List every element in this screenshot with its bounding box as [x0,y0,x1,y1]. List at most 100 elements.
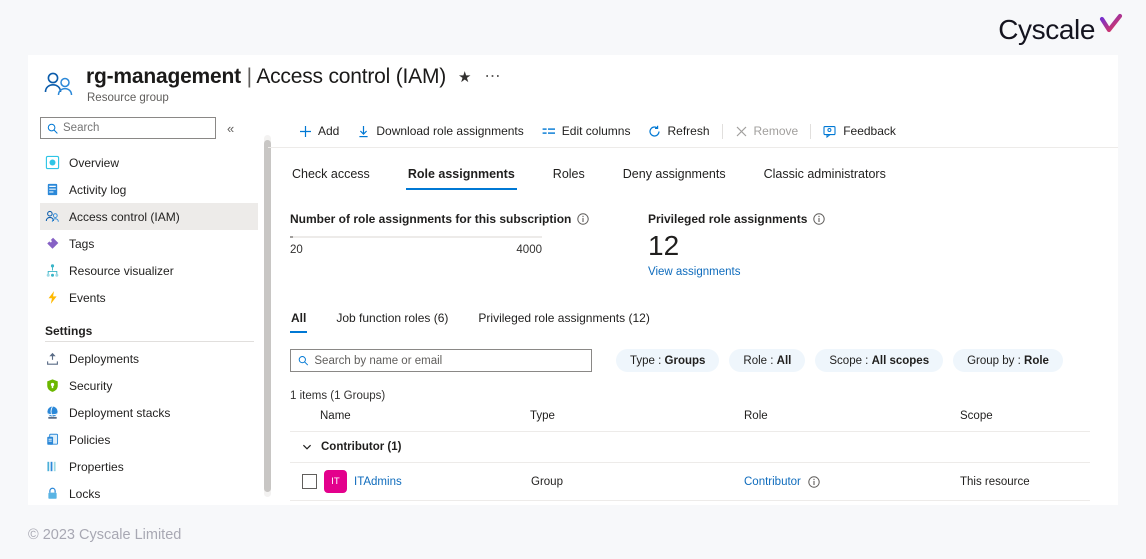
cell-role: Contributor [744,476,960,488]
table-group-row[interactable]: Contributor (1) [290,432,1090,464]
row-checkbox[interactable] [302,474,317,490]
sidebar-item-security[interactable]: Security [40,372,258,399]
sidebar-item-label: Locks [69,486,101,501]
progress-max: 4000 [516,244,542,256]
filter-pill-key: Scope : [829,354,869,367]
tab-classic-administrators[interactable]: Classic administrators [762,163,888,190]
tags-icon [47,237,59,249]
sidebar-item-activity-log[interactable]: Activity log [40,176,258,203]
check-mark-icon [1099,13,1123,33]
security-shield-icon [47,379,58,392]
tab-deny-assignments[interactable]: Deny assignments [621,163,728,190]
sidebar-item-label: Security [69,378,113,393]
close-icon [736,126,746,136]
column-header-name[interactable]: Name [290,410,530,422]
cell-type: Group [531,475,563,488]
cell-scope: This resource [960,475,1030,488]
column-header-role[interactable]: Role [744,410,960,422]
sidebar-item-label: Access control (IAM) [69,209,180,224]
overview-icon [45,155,60,170]
sidebar-item-tags[interactable]: Tags [40,230,258,257]
principal-name-link[interactable]: ITAdmins [354,476,402,488]
page-root: Cyscale rg-management | Access control (… [0,0,1146,559]
search-icon [298,356,308,366]
info-icon[interactable] [577,213,590,225]
sidebar-nav-list: Overview Activity log Access control (IA… [40,149,258,505]
role-link[interactable]: Contributor [744,476,801,488]
star-icon[interactable]: ★ [458,70,471,85]
sidebar-item-policies[interactable]: Policies [40,426,258,453]
sidebar-item-deployments[interactable]: Deployments [40,345,258,372]
title-separator: | [246,65,252,88]
info-icon[interactable] [808,475,820,488]
filter-search-input[interactable] [314,354,584,367]
subtab-privileged-role-assignments[interactable]: Privileged role assignments (12) [477,308,650,333]
edit-columns-button[interactable]: Edit columns [533,120,640,142]
search-input[interactable] [63,122,209,134]
tab-check-access[interactable]: Check access [290,163,372,190]
filter-search-wrapper[interactable] [290,349,592,373]
view-assignments-link[interactable]: View assignments [648,266,740,278]
add-button[interactable]: Add [290,120,348,142]
metrics-row: Number of role assignments for this subs… [290,212,1118,280]
plus-icon [300,125,311,137]
info-icon[interactable] [813,213,826,225]
command-separator [810,123,812,139]
role-assignments-metric-label: Number of role assignments for this subs… [290,212,648,226]
search-input-wrapper[interactable] [40,117,216,139]
sidebar-group-settings-title: Settings [45,324,93,338]
sidebar-item-locks[interactable]: Locks [40,480,258,505]
command-bar-divider [268,147,1118,148]
avatar: IT [324,470,347,494]
filter-pill-scope[interactable]: Scope : All scopes [815,349,944,373]
policies-icon [47,433,59,445]
ellipsis-icon[interactable]: ⋯ [485,69,502,84]
privileged-assignments-metric: Privileged role assignments 12 View assi… [648,212,826,280]
table-group-label: Contributor (1) [321,441,402,454]
download-role-assignments-button[interactable]: Download role assignments [348,120,532,142]
sidebar-item-deployment-stacks[interactable]: Deployment stacks [40,399,258,426]
sidebar-item-label: Deployments [69,351,140,366]
deployment-stacks-icon [47,406,58,419]
edit-columns-label: Edit columns [561,124,631,138]
filter-pill-value: Role [1024,354,1049,367]
sidebar-item-label: Properties [69,459,124,474]
subtab-all[interactable]: All [290,308,308,334]
privileged-assignments-count: 12 [648,230,680,261]
table-row[interactable]: IT ITAdmins Group Contributor This resou… [290,463,1090,502]
filter-pill-group-by[interactable]: Group by : Role [953,349,1063,373]
column-header-type[interactable]: Type [530,410,744,422]
sidebar-item-resource-visualizer[interactable]: Resource visualizer [40,257,258,284]
edit-columns-icon [542,127,555,134]
sidebar-item-events[interactable]: Events [40,284,258,311]
properties-icon [47,461,56,472]
remove-button[interactable]: Remove [726,120,808,142]
chevron-down-icon [302,444,312,450]
tab-bar: Check access Role assignments Roles Deny… [290,163,1118,190]
filter-pill-type[interactable]: Type : Groups [616,349,720,373]
events-icon [48,291,57,304]
cell-name: IT ITAdmins [290,470,530,494]
add-label: Add [318,124,340,138]
chevron-double-left-icon[interactable]: « [224,120,237,137]
role-assignments-metric: Number of role assignments for this subs… [290,212,648,280]
sidebar-item-label: Events [69,290,106,305]
feedback-icon [823,125,836,138]
sidebar-item-label: Activity log [69,182,127,197]
deployments-icon [47,352,58,365]
filter-pill-role[interactable]: Role : All [729,349,806,373]
tab-roles[interactable]: Roles [551,163,587,190]
sidebar-item-access-control[interactable]: Access control (IAM) [40,203,258,230]
command-separator [721,123,723,139]
feedback-button[interactable]: Feedback [814,120,905,142]
subtab-job-function-roles[interactable]: Job function roles (6) [335,308,449,333]
tab-role-assignments[interactable]: Role assignments [405,163,517,190]
sidebar-item-overview[interactable]: Overview [40,149,258,176]
resource-name: rg-management [86,65,241,88]
page-section-title: Access control (IAM) [256,65,447,88]
column-header-scope[interactable]: Scope [960,410,1090,422]
download-icon [359,125,368,137]
refresh-button[interactable]: Refresh [639,120,718,142]
footer-copyright: © 2023 Cyscale Limited [28,527,182,543]
sidebar-item-properties[interactable]: Properties [40,453,258,480]
